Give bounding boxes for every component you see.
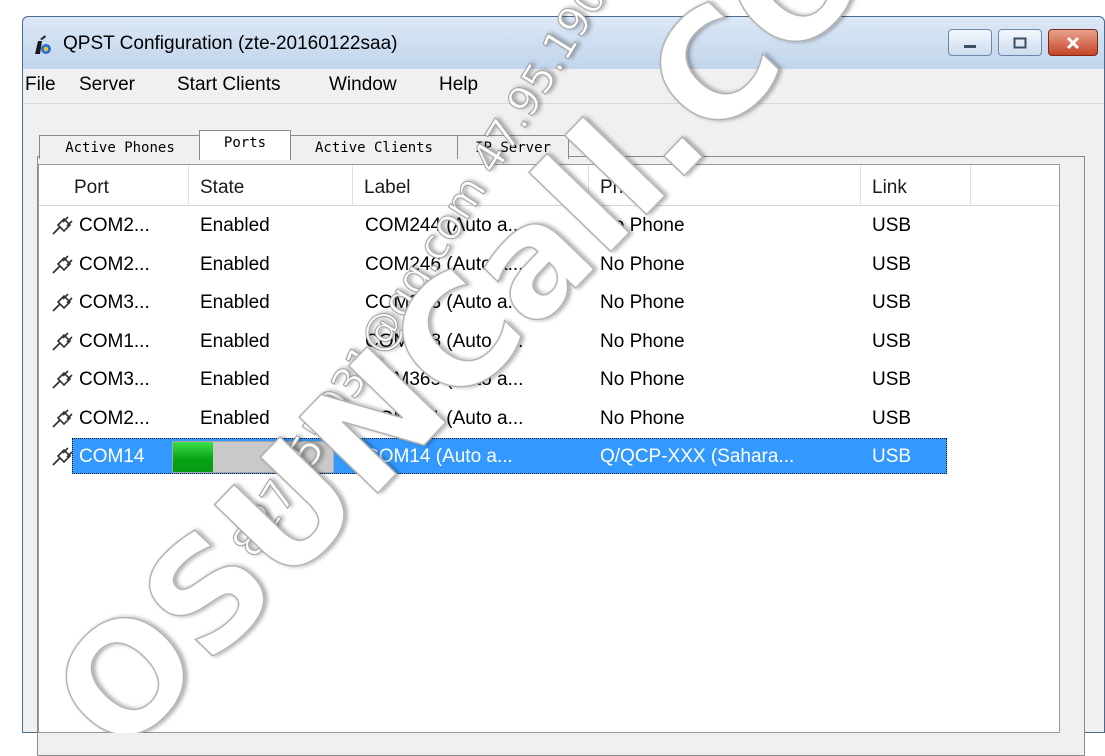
cell-phone: No Phone <box>600 253 685 275</box>
cell-link: USB <box>872 292 912 313</box>
cell-phone: No Phone <box>600 369 685 390</box>
cell-label: COM246 (Auto a... <box>365 253 524 275</box>
table-row[interactable]: COM14 COM14 (Auto a... Q/QCP-XXX (Sahara..… <box>39 438 1059 476</box>
list-header: Port State Label Phone Link <box>39 165 1059 206</box>
table-row[interactable]: COM3... Enabled COM343 (Auto a... No Phone U… <box>39 284 1059 322</box>
progress-fill <box>173 442 213 472</box>
cell-link: USB <box>872 407 912 429</box>
cell-link: USB <box>872 369 912 390</box>
cell-port: COM14 <box>79 446 145 467</box>
cell-link: USB <box>872 215 912 236</box>
cell-link: USB <box>872 446 912 467</box>
port-plug-icon <box>52 216 73 235</box>
cell-label: COM198 (Auto a... <box>365 330 524 352</box>
cell-state: Enabled <box>200 215 270 236</box>
cell-link: USB <box>872 330 912 352</box>
port-plug-icon <box>52 447 73 466</box>
table-row[interactable]: COM3... Enabled COM365 (Auto a... No Phone U… <box>39 361 1059 399</box>
port-plug-icon <box>52 331 73 351</box>
cell-port: COM3... <box>79 369 150 390</box>
minimize-icon[interactable] <box>948 29 992 56</box>
cell-port: COM2... <box>79 215 150 236</box>
port-plug-icon <box>52 370 73 389</box>
maximize-icon[interactable] <box>998 29 1042 56</box>
menu-help[interactable]: Help <box>439 74 478 96</box>
tab-ports[interactable]: Ports <box>199 130 291 160</box>
cell-phone: Q/QCP-XXX (Sahara... <box>600 446 795 467</box>
cell-label: COM14 (Auto a... <box>365 446 513 467</box>
window-title: QPST Configuration (zte-20160122saa) <box>63 33 398 54</box>
cell-port: COM2... <box>79 407 150 429</box>
cell-label: COM343 (Auto a... <box>365 292 524 313</box>
cell-phone: No Phone <box>600 215 685 236</box>
cell-link: USB <box>872 253 912 275</box>
qpst-app-icon <box>35 35 51 54</box>
cell-label: COM244 (Auto a... <box>365 215 524 236</box>
cell-label: COM261 (Auto a... <box>365 407 524 429</box>
ports-list-view[interactable]: Port State Label Phone Link COM2... Enabl… <box>38 164 1060 733</box>
tab-active-clients[interactable]: Active Clients <box>289 135 459 159</box>
tab-ip-server[interactable]: IP Server <box>457 135 569 159</box>
cell-state: Enabled <box>200 292 270 313</box>
table-row[interactable]: COM2... Enabled COM261 (Auto a... No Phone U… <box>39 400 1059 438</box>
column-header-label[interactable]: Label <box>353 165 589 205</box>
menu-window[interactable]: Window <box>329 74 397 96</box>
table-row[interactable]: COM2... Enabled COM246 (Auto a... No Phone U… <box>39 246 1059 284</box>
cell-port: COM3... <box>79 292 150 313</box>
menu-start-clients[interactable]: Start Clients <box>177 74 280 96</box>
close-icon[interactable] <box>1048 29 1098 56</box>
port-plug-icon <box>52 408 73 428</box>
column-header-state[interactable]: State <box>189 165 353 205</box>
table-row[interactable]: COM2... Enabled COM244 (Auto a... No Phone U… <box>39 207 1059 245</box>
menu-file[interactable]: File <box>25 74 56 96</box>
table-row[interactable]: COM1... Enabled COM198 (Auto a... No Phone U… <box>39 323 1059 361</box>
port-progress-bar <box>172 441 334 473</box>
cell-state: Enabled <box>200 330 270 352</box>
column-header-phone[interactable]: Phone <box>589 165 861 205</box>
tab-active-phones[interactable]: Active Phones <box>39 135 201 159</box>
cell-state: Enabled <box>200 253 270 275</box>
port-plug-icon <box>52 254 73 274</box>
menu-server[interactable]: Server <box>79 74 135 96</box>
column-header-port[interactable]: Port <box>63 165 189 205</box>
cell-port: COM1... <box>79 330 150 352</box>
cell-port: COM2... <box>79 253 150 275</box>
cell-state: Enabled <box>200 407 270 429</box>
column-header-link[interactable]: Link <box>861 165 971 205</box>
cell-state: Enabled <box>200 369 270 390</box>
port-plug-icon <box>52 293 73 312</box>
cell-phone: No Phone <box>600 292 685 313</box>
cell-phone: No Phone <box>600 407 685 429</box>
cell-phone: No Phone <box>600 330 685 352</box>
menu-bar: File Server Start Clients Window Help <box>23 69 1104 104</box>
title-bar[interactable]: QPST Configuration (zte-20160122saa) <box>23 17 1104 69</box>
cell-label: COM365 (Auto a... <box>365 369 524 390</box>
